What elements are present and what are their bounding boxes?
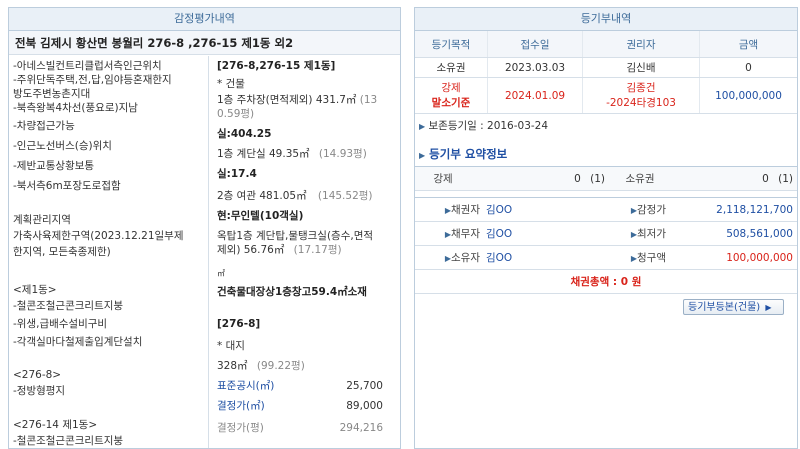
note-line: -아네스빌컨트리클럽서측인근위치 <box>13 60 162 72</box>
note-line: -정방형평지 <box>13 385 66 397</box>
total-claims: 채권총액 : 0 원 <box>415 269 797 294</box>
preservation-date: ▶ 보존등기일 : 2016-03-24 <box>419 120 549 132</box>
column-header: 등기목적 <box>415 31 488 58</box>
cell-holder: 김종건 -2024타경103 <box>582 77 700 114</box>
cell-holder: 김신배 <box>582 57 700 78</box>
cell-purpose: 강제 말소기준 <box>415 77 488 114</box>
appraisal-header: 감정평가내역 <box>9 8 400 31</box>
real-area: 실:404.25 <box>217 128 272 140</box>
summary-label: ▶채권자 <box>415 197 484 222</box>
decided-price-pyeong-value: 294,216 <box>339 422 383 434</box>
land-area: 328㎡ (99.22평) <box>217 360 305 372</box>
summary-label: ▶채무자 <box>415 221 484 246</box>
note-line: -위생,급배수설비구비 <box>13 318 108 330</box>
decided-price-m2-label: 결정가(㎡) <box>217 400 265 412</box>
summary-value: 2,118,121,700 <box>670 197 797 222</box>
cell-date: 2024.01.09 <box>487 77 583 114</box>
unit-mark: ㎡ <box>217 269 225 278</box>
summary-label: 소유권 <box>609 166 674 191</box>
note-line: <276-8> <box>13 369 62 381</box>
column-header: 권리자 <box>582 31 700 58</box>
summary-count-row: 강제 0 (1) 소유권 0 (1) <box>415 166 797 191</box>
note-line: -철콘조철근콘크리트지붕 <box>13 435 124 447</box>
summary-row: ▶소유자 김OO ▶청구액 100,000,000 <box>415 245 797 270</box>
parcel-label: [276-8] <box>217 318 261 330</box>
note-line: <제1동> <box>13 284 57 296</box>
table-header-row: 등기목적 접수일 권리자 금액 <box>415 31 797 58</box>
summary-label: ▶청구액 <box>605 245 670 270</box>
registry-header: 등기부내역 <box>415 8 797 31</box>
summary-value: 김OO <box>484 197 605 222</box>
cell-amount: 100,000,000 <box>699 77 797 114</box>
summary-value: 100,000,000 <box>670 245 797 270</box>
table-row: 소유권 2023.03.03 김신배 0 <box>415 57 797 78</box>
real-area: 실:17.4 <box>217 168 257 180</box>
registry-table: 등기목적 접수일 권리자 금액 소유권 2023.03.03 김신배 0 강제 … <box>415 31 797 114</box>
note-line: -각객실마다철제출입계단설치 <box>13 336 143 348</box>
bullet-icon: ▶ <box>419 151 426 160</box>
arrow-right-icon: ▶ <box>765 303 772 312</box>
floor-area-pyeong: 0.59평) <box>217 108 255 120</box>
registry-panel: 등기부내역 등기목적 접수일 권리자 금액 소유권 2023.03.03 김신배… <box>414 7 798 449</box>
rooftop-area: 옥탑1층 계단탑,물탱크실(층수,면적 <box>217 230 374 242</box>
note-line: -주위단독주택,전,답,임야등혼재한지 <box>13 74 172 86</box>
summary-label: ▶감정가 <box>605 197 670 222</box>
summary-label: 강제 <box>415 166 474 191</box>
official-price-value: 25,700 <box>346 380 383 392</box>
cell-date: 2023.03.03 <box>487 57 583 78</box>
decided-price-m2-value: 89,000 <box>346 400 383 412</box>
summary-title: ▶ 등기부 요약정보 <box>419 147 508 161</box>
note-line: <276-14 제1동> <box>13 419 98 431</box>
cell-purpose: 소유권 <box>415 57 488 78</box>
note-line: 방도주변농촌지대 <box>13 88 91 100</box>
summary-row: ▶채권자 김OO ▶감정가 2,118,121,700 <box>415 197 797 222</box>
summary-label: ▶최저가 <box>605 221 670 246</box>
land-label: * 대지 <box>217 340 245 352</box>
appraisal-panel: 감정평가내역 전북 김제시 황산면 봉월리 276-8 ,276-15 제1동 … <box>8 7 401 449</box>
summary-value: 508,561,000 <box>670 221 797 246</box>
summary-value: 0 (1) <box>674 166 797 191</box>
summary-counts: 강제 0 (1) 소유권 0 (1) <box>415 166 797 191</box>
note-line: -인근노선버스(승)위치 <box>13 140 112 152</box>
table-row: 강제 말소기준 2024.01.09 김종건 -2024타경103 100,00… <box>415 77 797 114</box>
note-line: 한지역, 모든축종제한) <box>13 246 111 258</box>
cell-amount: 0 <box>699 57 797 78</box>
summary-total-row: 채권총액 : 0 원 <box>415 269 797 294</box>
floor-area-row: 1층 주차장(면적제외) 431.7㎡ (13 <box>217 94 378 106</box>
unlisted-building-note: 건축물대장상1층창고59.4㎡소재 <box>217 286 367 298</box>
note-line: -북서측6m포장도로접함 <box>13 180 121 192</box>
view-registry-button[interactable]: 등기부등본(건물) ▶ <box>683 299 784 315</box>
summary-value: 0 (1) <box>474 166 609 191</box>
rooftop-area: 제외) 56.76㎡ (17.17평) <box>217 244 342 256</box>
summary-label: ▶소유자 <box>415 245 484 270</box>
note-line: 계획관리지역 <box>13 214 71 226</box>
summary-value: 김OO <box>484 221 605 246</box>
summary-row: ▶채무자 김OO ▶최저가 508,561,000 <box>415 221 797 246</box>
official-price-label: 표준공시(㎡) <box>217 380 275 392</box>
note-line: 가축사육제한구역(2023.12.21일부제 <box>13 230 184 242</box>
column-header: 접수일 <box>487 31 583 58</box>
building-label: * 건물 <box>217 78 245 90</box>
parcel-label: [276-8,276-15 제1동] <box>217 60 336 72</box>
floor-area-row: 2층 여관 481.05㎡ (145.52평) <box>217 190 373 202</box>
note-line: -철콘조철근콘크리트지붕 <box>13 300 124 312</box>
floor-area-row: 1층 계단실 49.35㎡ (14.93평) <box>217 148 367 160</box>
summary-table: ▶채권자 김OO ▶감정가 2,118,121,700 ▶채무자 김OO ▶최저… <box>415 197 797 294</box>
column-divider <box>208 56 209 448</box>
note-line: -제반교통상황보통 <box>13 160 95 172</box>
decided-price-pyeong-label: 결정가(평) <box>217 422 264 434</box>
note-line: -차량접근가능 <box>13 120 75 132</box>
column-header: 금액 <box>699 31 797 58</box>
current-use: 현:무인텔(10객실) <box>217 210 304 222</box>
bullet-icon: ▶ <box>419 122 426 131</box>
note-line: -북측왕복4차선(풍요로)지남 <box>13 102 138 114</box>
summary-value: 김OO <box>484 245 605 270</box>
property-address: 전북 김제시 황산면 봉월리 276-8 ,276-15 제1동 외2 <box>9 31 400 55</box>
